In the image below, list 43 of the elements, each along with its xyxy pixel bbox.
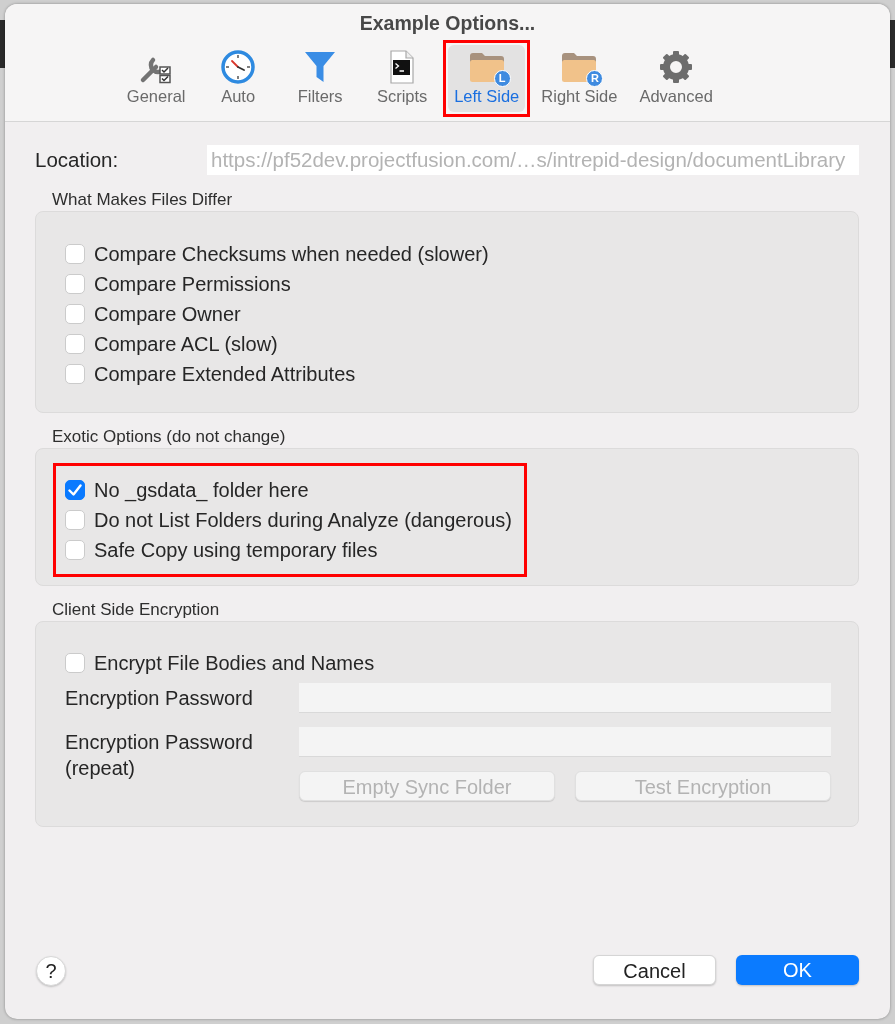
checkbox[interactable] bbox=[65, 540, 85, 560]
checkbox[interactable] bbox=[65, 364, 85, 384]
field-label: Encryption Password bbox=[65, 686, 254, 711]
checkbox-label: Safe Copy using temporary files bbox=[94, 538, 378, 563]
help-button[interactable]: ? bbox=[36, 956, 66, 986]
checkbox-label: Compare Permissions bbox=[94, 272, 291, 297]
checkbox-label: Compare Extended Attributes bbox=[94, 362, 356, 387]
tab[interactable]: R Right Side bbox=[535, 45, 624, 112]
checkbox[interactable] bbox=[65, 244, 85, 264]
checkbox[interactable] bbox=[65, 274, 85, 294]
checkbox-label: No _gsdata_ folder here bbox=[94, 478, 309, 504]
folder-icon bbox=[561, 52, 598, 82]
checkbox-label: Compare Checksums when needed (slower) bbox=[94, 242, 489, 267]
section-title: Client Side Encryption bbox=[52, 599, 220, 622]
section-title: Exotic Options (do not change) bbox=[52, 426, 286, 449]
folder-icon bbox=[468, 52, 505, 82]
location-label: Location: bbox=[35, 146, 120, 173]
checkmark-icon bbox=[68, 484, 82, 496]
checkbox-label: Do not List Folders during Analyze (dangerous) bbox=[94, 508, 512, 533]
checkbox[interactable] bbox=[65, 304, 85, 324]
tab[interactable]: Scripts bbox=[366, 45, 439, 112]
tab[interactable]: Auto bbox=[202, 45, 275, 112]
checkbox-label: Compare Owner bbox=[94, 302, 241, 327]
letter-badge: R bbox=[586, 70, 604, 87]
field-label: Encryption Password (repeat) bbox=[65, 730, 254, 781]
checkbox-label: Compare ACL (slow) bbox=[94, 332, 278, 357]
background-bar bbox=[0, 20, 5, 68]
checkbox[interactable] bbox=[65, 480, 85, 500]
checkbox[interactable] bbox=[65, 653, 85, 673]
checkbox-label: Encrypt File Bodies and Names bbox=[94, 651, 375, 676]
dialog-button[interactable]: Cancel bbox=[593, 954, 716, 985]
checkbox[interactable] bbox=[65, 510, 85, 530]
tab[interactable]: L Left Side bbox=[448, 45, 526, 112]
clock-icon bbox=[221, 50, 256, 84]
funnel-icon bbox=[303, 50, 338, 84]
checkbox[interactable] bbox=[65, 334, 85, 354]
tab[interactable]: Filters bbox=[284, 45, 357, 112]
section-title: What Makes Files Differ bbox=[52, 189, 233, 212]
dialog-button[interactable]: OK bbox=[736, 954, 859, 985]
window-title: Example Options... bbox=[359, 11, 536, 35]
tab[interactable]: General bbox=[120, 45, 193, 112]
tab[interactable]: Advanced bbox=[633, 45, 719, 112]
gear-icon bbox=[659, 50, 694, 84]
